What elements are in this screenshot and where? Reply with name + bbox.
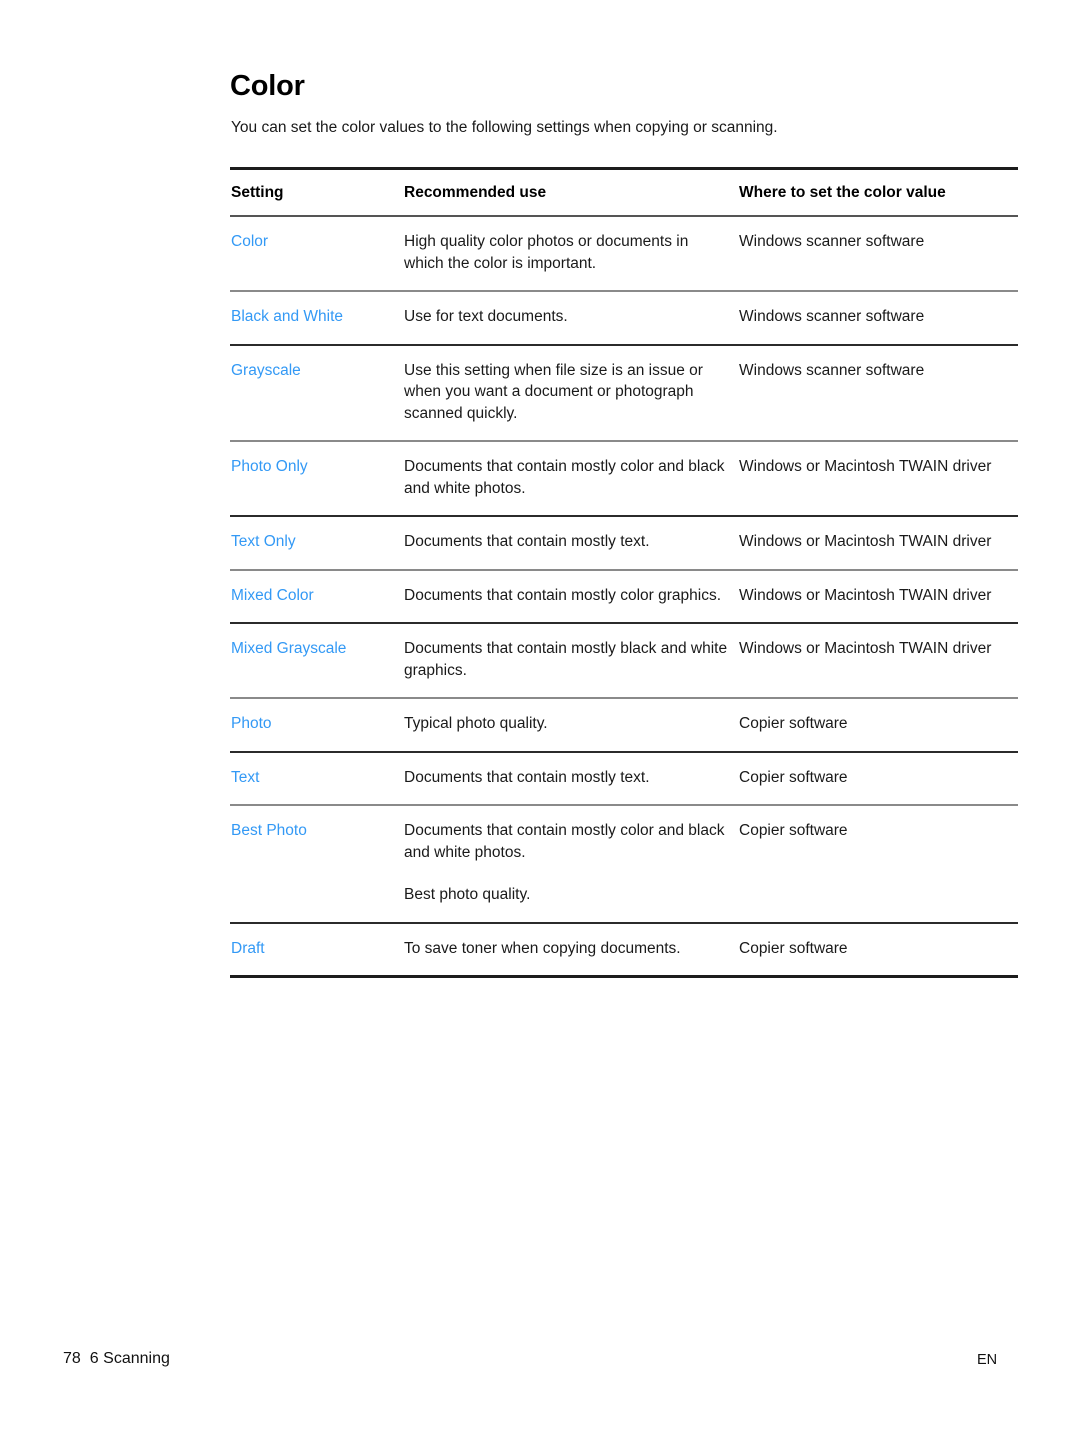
cell-recommended-use: High quality color photos or documents i… xyxy=(403,216,738,292)
table-row: Text Documents that contain mostly text. C… xyxy=(230,751,1018,806)
cell-setting: Color xyxy=(230,216,403,292)
setting-label: Grayscale xyxy=(231,361,301,379)
use-paragraph: Documents that contain mostly black and … xyxy=(404,640,728,679)
footer-left: 78 6 Scanning xyxy=(63,1348,170,1370)
setting-label: Best Photo xyxy=(231,822,307,839)
cell-where-to-set: Windows or Macintosh TWAIN driver xyxy=(738,441,1018,517)
cell-recommended-use: Documents that contain mostly color and … xyxy=(403,441,738,517)
table-row: Photo Only Documents that contain mostly … xyxy=(230,441,1018,517)
page-footer: 78 6 Scanning EN xyxy=(0,1348,1080,1378)
footer-chapter: 6 Scanning xyxy=(89,1350,170,1367)
table-row: Best Photo Documents that contain mostly … xyxy=(230,805,1018,924)
cell-where-to-set: Windows scanner software xyxy=(738,344,1018,442)
cell-where-to-set: Windows scanner software xyxy=(738,216,1018,292)
cell-setting: Draft xyxy=(230,922,403,978)
cell-setting: Mixed Grayscale xyxy=(230,623,403,699)
table-row: Black and White Use for text documents. Wi… xyxy=(230,291,1018,346)
cell-recommended-use: Documents that contain mostly color grap… xyxy=(403,569,738,624)
use-paragraph: Typical photo quality. xyxy=(404,715,548,732)
setting-label: Photo xyxy=(231,715,272,732)
cell-recommended-use: Use for text documents. xyxy=(403,291,738,346)
cell-where-to-set: Windows or Macintosh TWAIN driver xyxy=(738,569,1018,624)
setting-label: Photo Only xyxy=(231,458,308,475)
cell-setting: Text Only xyxy=(230,516,403,571)
setting-label: Text xyxy=(231,768,260,786)
table-row: Mixed Color Documents that contain mostly… xyxy=(230,569,1018,624)
use-paragraph: Use this setting when file size is an is… xyxy=(404,361,703,422)
footer-language: EN xyxy=(977,1352,998,1368)
cell-where-to-set: Copier software xyxy=(738,698,1018,753)
cell-setting: Photo Only xyxy=(230,441,403,517)
setting-label: Text Only xyxy=(231,533,296,550)
cell-where-to-set: Copier software xyxy=(738,922,1018,978)
cell-setting: Grayscale xyxy=(230,344,403,442)
table-row: Draft To save toner when copying document… xyxy=(230,922,1018,978)
use-paragraph: Documents that contain mostly color and … xyxy=(404,822,725,861)
use-paragraph: To save toner when copying documents. xyxy=(404,939,681,957)
cell-setting: Photo xyxy=(230,698,403,753)
setting-label: Mixed Grayscale xyxy=(231,640,347,657)
cell-recommended-use: Typical photo quality. xyxy=(403,698,738,753)
table-row: Color High quality color photos or docume… xyxy=(230,216,1018,292)
cell-recommended-use: Documents that contain mostly color and … xyxy=(403,805,738,924)
table-header-row: Setting Recommended use Where to set the… xyxy=(230,167,1018,217)
cell-where-to-set: Windows or Macintosh TWAIN driver xyxy=(738,516,1018,571)
use-paragraph: Documents that contain mostly text. xyxy=(404,768,650,786)
cell-where-to-set: Copier software xyxy=(738,751,1018,806)
cell-recommended-use: Documents that contain mostly black and … xyxy=(403,623,738,699)
column-header-where-to-set: Where to set the color value xyxy=(738,167,1018,217)
use-paragraph: High quality color photos or documents i… xyxy=(404,233,689,272)
cell-recommended-use: Documents that contain mostly text. xyxy=(403,516,738,571)
cell-where-to-set: Copier software xyxy=(738,805,1018,924)
use-paragraph: Documents that contain mostly color grap… xyxy=(404,586,722,604)
table-header: Setting Recommended use Where to set the… xyxy=(230,167,1018,217)
setting-label: Mixed Color xyxy=(231,586,314,604)
cell-where-to-set: Windows or Macintosh TWAIN driver xyxy=(738,623,1018,699)
use-paragraph: Use for text documents. xyxy=(404,308,568,325)
cell-where-to-set: Windows scanner software xyxy=(738,291,1018,346)
cell-setting: Text xyxy=(230,751,403,806)
use-paragraph: Documents that contain mostly text. xyxy=(404,533,650,550)
page-title: Color xyxy=(230,70,305,103)
setting-label: Color xyxy=(231,233,269,250)
cell-recommended-use: Documents that contain mostly text. xyxy=(403,751,738,806)
cell-recommended-use: To save toner when copying documents. xyxy=(403,922,738,978)
cell-setting: Black and White xyxy=(230,291,403,346)
table-row: Mixed Grayscale Documents that contain mo… xyxy=(230,623,1018,699)
cell-setting: Mixed Color xyxy=(230,569,403,624)
table-body: Color High quality color photos or docume… xyxy=(230,216,1018,978)
cell-setting: Best Photo xyxy=(230,805,403,924)
footer-page-number: 78 xyxy=(63,1350,81,1367)
setting-label: Black and White xyxy=(231,308,343,325)
document-page: Color You can set the color values to th… xyxy=(0,0,1080,1438)
intro-paragraph: You can set the color values to the foll… xyxy=(231,118,778,136)
cell-recommended-use: Use this setting when file size is an is… xyxy=(403,344,738,442)
table-row: Text Only Documents that contain mostly t… xyxy=(230,516,1018,571)
column-header-setting: Setting xyxy=(230,167,403,217)
setting-label: Draft xyxy=(231,939,265,957)
table-row: Photo Typical photo quality. Copier softwa… xyxy=(230,698,1018,753)
use-paragraph-extra: Best photo quality. xyxy=(404,886,531,903)
color-settings-table: Setting Recommended use Where to set the… xyxy=(230,167,1018,978)
table-row: Grayscale Use this setting when file size… xyxy=(230,344,1018,442)
settings-table-container: Setting Recommended use Where to set the… xyxy=(230,167,1018,978)
column-header-recommended-use: Recommended use xyxy=(403,167,738,217)
use-paragraph: Documents that contain mostly color and … xyxy=(404,458,725,497)
